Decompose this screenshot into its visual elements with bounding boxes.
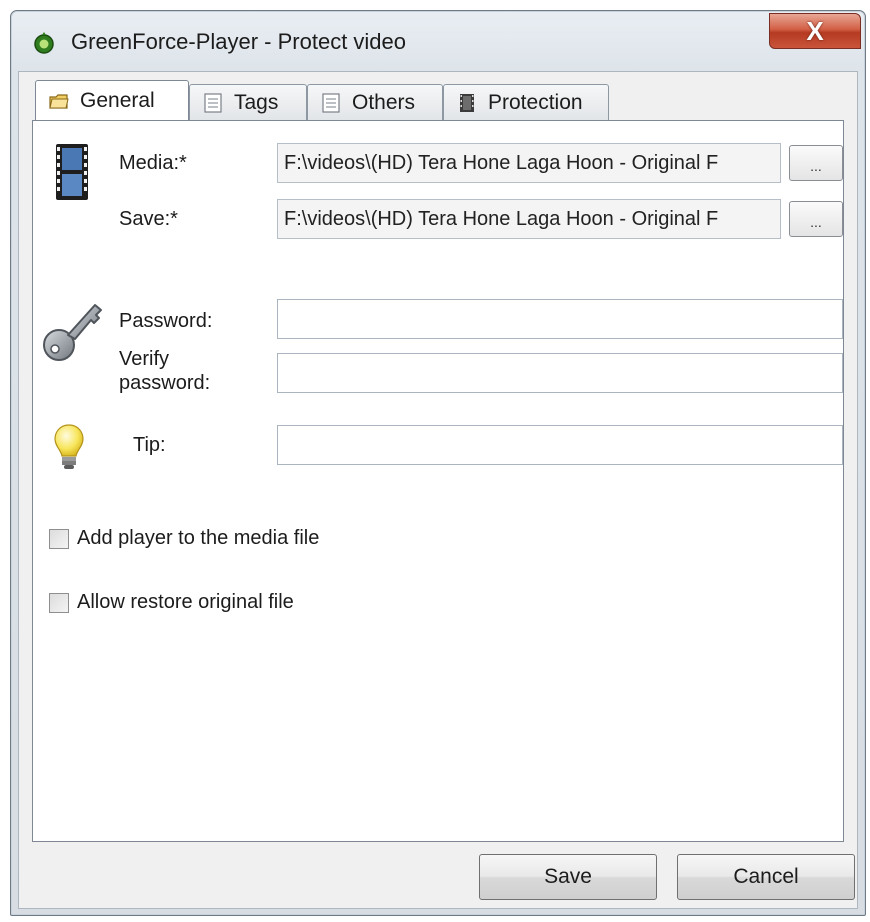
tab-label: Others <box>352 90 416 114</box>
verify-password-field[interactable] <box>277 353 843 393</box>
tab-others[interactable]: Others <box>307 84 443 120</box>
save-path-field[interactable]: F:\videos\(HD) Tera Hone Laga Hoon - Ori… <box>277 199 781 239</box>
add-player-label: Add player to the media file <box>77 527 320 549</box>
tab-tags[interactable]: Tags <box>189 84 307 120</box>
general-tab-panel: Media:* F:\videos\(HD) Tera Hone Laga Ho… <box>32 120 844 842</box>
verify-label-line-2: password: <box>119 372 211 394</box>
media-label: Media:* <box>119 152 187 174</box>
tab-label: General <box>80 88 155 112</box>
tab-label: Tags <box>234 90 279 114</box>
greenforce-app-icon <box>34 32 54 54</box>
tip-label: Tip: <box>133 434 166 456</box>
media-browse-button[interactable]: ... <box>789 145 843 181</box>
verify-password-label: Verify password: <box>119 347 210 395</box>
allow-restore-option[interactable]: Allow restore original file <box>49 591 294 614</box>
folder-icon <box>49 93 69 109</box>
save-browse-button[interactable]: ... <box>789 201 843 237</box>
password-label: Password: <box>119 310 213 332</box>
media-path-field[interactable]: F:\videos\(HD) Tera Hone Laga Hoon - Ori… <box>277 143 781 183</box>
save-label: Save:* <box>119 208 178 230</box>
tab-label: Protection <box>488 90 583 114</box>
close-button[interactable]: X <box>769 13 861 49</box>
allow-restore-checkbox[interactable] <box>49 592 69 613</box>
cancel-button[interactable]: Cancel <box>677 854 855 900</box>
title-bar[interactable]: GreenForce-Player - Protect video X <box>11 11 865 73</box>
key-icon <box>43 304 102 361</box>
save-button[interactable]: Save <box>479 854 657 900</box>
add-player-checkbox[interactable] <box>49 528 69 549</box>
film-strip-icon <box>460 93 474 112</box>
film-icon <box>56 144 88 200</box>
allow-restore-label: Allow restore original file <box>77 591 294 613</box>
tab-general[interactable]: General <box>35 80 189 120</box>
protect-video-window: GreenForce-Player - Protect video X Gene… <box>10 10 866 916</box>
dialog-client-area: General Tags Others Protection Media:* F… <box>18 71 858 909</box>
window-title: GreenForce-Player - Protect video <box>71 29 407 54</box>
add-player-option[interactable]: Add player to the media file <box>49 527 319 550</box>
list-icon <box>322 92 340 113</box>
lightbulb-icon <box>54 424 84 469</box>
list-icon <box>204 92 222 113</box>
tab-protection[interactable]: Protection <box>443 84 609 120</box>
tip-field[interactable] <box>277 425 843 465</box>
password-field[interactable] <box>277 299 843 339</box>
verify-label-line-1: Verify <box>119 348 170 370</box>
